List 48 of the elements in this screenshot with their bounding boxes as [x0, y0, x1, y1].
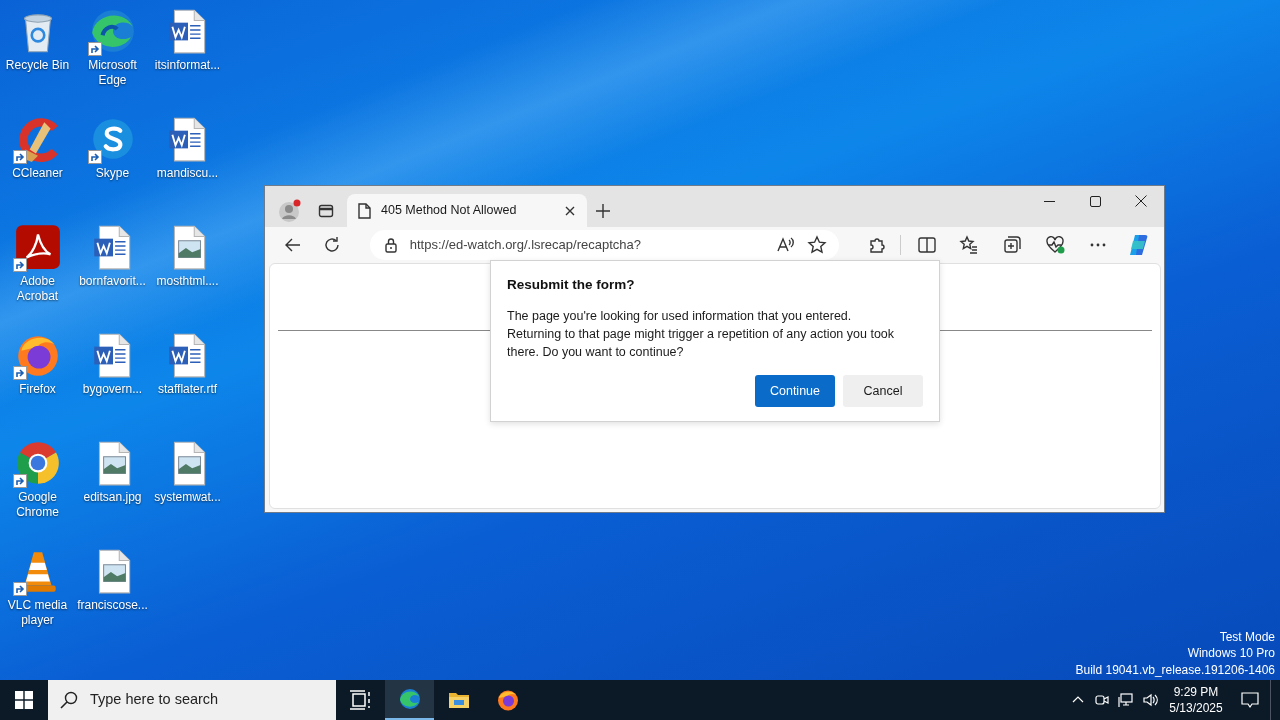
clock-time: 9:29 PM — [1172, 684, 1220, 700]
desktop-icon-label[interactable]: bornfavorit... — [79, 274, 146, 289]
clock-date: 5/13/2025 — [1168, 700, 1224, 716]
desktop-icon-label[interactable]: bygovern... — [82, 382, 143, 397]
desktop-icon-label[interactable]: editsan.jpg — [83, 490, 142, 505]
swirl-logo-taskbar-button[interactable] — [385, 680, 434, 720]
search-placeholder: Type here to search — [90, 690, 219, 710]
desktop-icon-label[interactable]: Firefox — [19, 382, 56, 397]
address-bar[interactable]: https://ed-watch.org/.lsrecap/recaptcha? — [369, 230, 840, 260]
url-text: https://ed-watch.org/.lsrecap/recaptcha? — [409, 236, 642, 255]
page-icon — [357, 202, 371, 219]
system-info-text: Test Mode — [1218, 628, 1275, 645]
tab-title: 405 Method Not Allowed — [381, 202, 518, 220]
shortcut-arrow-icon — [12, 474, 27, 488]
dialog-title: Resubmit the form? — [507, 276, 636, 294]
search-icon — [60, 691, 78, 709]
browser-tab[interactable]: 405 Method Not Allowed — [347, 194, 587, 227]
lock-icon — [383, 237, 398, 253]
desktop-icon-label[interactable]: Adobe Acrobat — [0, 274, 75, 304]
desktop-icon-label[interactable]: systemwat... — [154, 490, 221, 505]
task-view-icon — [348, 688, 373, 712]
dialog-message: The page you're looking for used information that you entered. Returning to that page might trigger a repetition of any action you took there. Do you want to continue? — [507, 308, 896, 362]
continue-button[interactable]: Continue — [755, 375, 835, 408]
system-info-text: Build 19041.vb_release.191206-1406 — [1075, 661, 1275, 678]
desktop-icon-label[interactable]: franciscose... — [77, 598, 148, 613]
fox-logo-icon — [495, 688, 520, 712]
swirl-logo-icon — [397, 687, 422, 711]
desktop-icon-label[interactable]: Microsoft Edge — [75, 58, 150, 88]
system-info-text: Windows 10 Pro — [1186, 645, 1275, 662]
search-field[interactable]: Type here to search — [48, 680, 336, 720]
desktop-icon-label[interactable]: CCleaner — [12, 166, 63, 181]
windows-logo-icon — [15, 691, 33, 709]
shortcut-arrow-icon — [12, 150, 27, 164]
desktop-icon-label[interactable]: stafflater.rtf — [157, 382, 218, 397]
shortcut-arrow-icon — [12, 258, 27, 272]
desktop-icon-label[interactable]: Skype — [95, 166, 130, 181]
shortcut-arrow-icon — [87, 42, 102, 56]
shortcut-arrow-icon — [12, 582, 27, 596]
favorite-star-icon[interactable] — [807, 235, 828, 255]
cancel-button[interactable]: Cancel — [843, 375, 923, 408]
desktop-icon-label[interactable]: itsinformat... — [154, 58, 221, 73]
shortcut-arrow-icon — [87, 150, 102, 164]
desktop-icon-label[interactable]: Recycle Bin — [5, 58, 70, 73]
desktop-icon-label[interactable]: mosthtml.... — [156, 274, 219, 289]
desktop-icon-label[interactable]: Google Chrome — [0, 490, 75, 520]
desktop-icon-label[interactable]: mandiscu... — [156, 166, 219, 181]
shortcut-arrow-icon — [12, 366, 27, 380]
desktop-icon-label[interactable]: VLC media player — [0, 598, 75, 628]
